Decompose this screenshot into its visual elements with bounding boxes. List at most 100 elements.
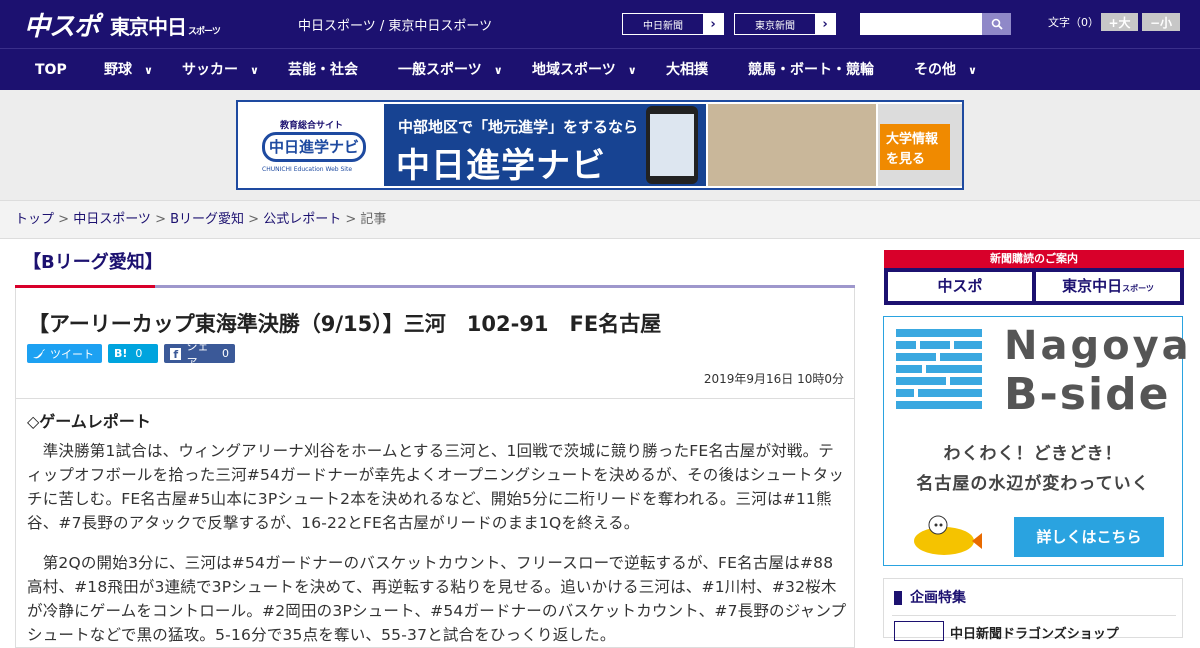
category-title: 【Bリーグ愛知】 [23, 252, 163, 273]
feature-header: 企画特集 [894, 587, 966, 607]
nav-baseball[interactable]: 野球 ∨ [104, 49, 153, 91]
breadcrumb: トップ > 中日スポーツ > Bリーグ愛知 > 公式レポート > 記事 [0, 200, 1200, 239]
nav-label: 芸能・社会 [288, 62, 358, 78]
nav-racing[interactable]: 競馬・ボート・競輪 [748, 49, 874, 91]
ribbon-icon [894, 591, 902, 605]
article-date: 2019年9月16日 10時0分 [703, 372, 844, 386]
nav-other[interactable]: その他 ∨ [914, 49, 977, 91]
chevron-right-icon: › [703, 14, 723, 34]
divider [16, 398, 854, 399]
bside-detail-button[interactable]: 詳しくはこちら [1014, 517, 1164, 557]
nav-label: 一般スポーツ [398, 62, 482, 78]
hatena-count: 0 [135, 347, 143, 360]
subscription-box[interactable]: 新聞購読のご案内 中スポ 東京中日スポーツ [884, 250, 1184, 305]
bside-title-nagoya: Nagoya [1004, 323, 1192, 369]
tokyo-shimbun-label: 東京新聞 [755, 20, 795, 32]
font-smaller-button[interactable]: −小 [1142, 13, 1180, 31]
subscribe-tokyo-chunichi-label: 東京中日 [1062, 277, 1123, 295]
hatena-button[interactable]: B! 0 [108, 344, 158, 363]
nav-label: 競馬・ボート・競輪 [748, 62, 874, 78]
article: 【アーリーカップ東海準決勝（9/15）】三河 102-91 FE名古屋 ツイート… [15, 288, 855, 648]
chevron-down-icon: ∨ [968, 64, 977, 77]
facebook-icon: f [170, 347, 182, 361]
nav-sumo[interactable]: 大相撲 [666, 49, 708, 91]
breadcrumb-sep: > [150, 212, 171, 227]
search-button[interactable] [982, 13, 1011, 35]
subscription-header: 新聞購読のご案内 [884, 250, 1184, 268]
phone-image [646, 106, 698, 184]
article-paragraph: 準決勝第1試合は、ウィングアリーナ刈谷をホームとする三河と、1回戦で茨城に競り勝… [27, 442, 845, 532]
tokyo-chunichi-logo-text: 東京中日 [110, 15, 187, 39]
fried-shrimp-mascot-icon [914, 515, 982, 555]
chevron-down-icon: ∨ [144, 64, 153, 77]
twitter-icon [33, 348, 45, 358]
font-size-label: 文字（0） [1048, 16, 1099, 29]
nav-label: TOP [35, 62, 67, 78]
hatena-icon: B! [114, 347, 128, 360]
shingaku-navi-banner[interactable]: 教育総合サイト 中日進学ナビ CHUNICHI Education Web Si… [236, 100, 964, 190]
chevron-down-icon: ∨ [250, 64, 259, 77]
bside-title-bside: B-side [1004, 369, 1171, 420]
facebook-share-button[interactable]: f シェア 0 [164, 340, 235, 369]
nav-entertainment[interactable]: 芸能・社会 [288, 49, 358, 91]
breadcrumb-bleague[interactable]: Bリーグ愛知 [170, 212, 244, 227]
banner-right: 大学情報を見る [878, 104, 962, 186]
breadcrumb-current: 記事 [360, 212, 387, 227]
search-input[interactable] [860, 13, 982, 35]
shingaku-navi-logo: 教育総合サイト 中日進学ナビ CHUNICHI Education Web Si… [240, 104, 382, 186]
chevron-down-icon: ∨ [627, 64, 637, 77]
banner-logo-en: CHUNICHI Education Web Site [262, 166, 353, 173]
tokyo-chunichi-logo-sub: スポーツ [188, 27, 221, 37]
top-header: 中スポ 東京中日 スポーツ 中日スポーツ / 東京中日スポーツ 中日新聞 › 東京… [0, 0, 1200, 48]
breadcrumb-top[interactable]: トップ [15, 212, 54, 227]
facebook-share-count: 0 [222, 347, 229, 360]
nav-general-sports[interactable]: 一般スポーツ ∨ [398, 49, 503, 91]
ad-area: 教育総合サイト 中日進学ナビ CHUNICHI Education Web Si… [0, 90, 1200, 200]
nagoya-bside-ad[interactable]: Nagoya B-side わくわく！どきどき！ 名古屋の水辺が変わっていく 詳… [883, 316, 1189, 566]
chunichi-shimbun-label: 中日新聞 [643, 20, 683, 32]
students-photo [708, 104, 876, 186]
banner-logo-small: 教育総合サイト [280, 121, 344, 131]
subscribe-tokyo-chunichi-sub: スポーツ [1122, 284, 1154, 293]
bside-copy2: 名古屋の水辺が変わっていく [916, 474, 1150, 494]
breadcrumb-sep: > [341, 212, 361, 227]
breadcrumb-official-report[interactable]: 公式レポート [263, 212, 341, 227]
tweet-label: ツイート [50, 347, 94, 361]
divider [892, 615, 1176, 616]
nav-soccer[interactable]: サッカー ∨ [182, 49, 259, 91]
breadcrumb-chunichi-sports[interactable]: 中日スポーツ [73, 212, 151, 227]
tweet-button[interactable]: ツイート [27, 344, 102, 363]
nav-label: その他 [914, 62, 956, 78]
font-bigger-button[interactable]: +大 [1101, 13, 1138, 31]
bside-copy1: わくわく！どきどき！ [943, 444, 1123, 464]
banner-logo-main: 中日進学ナビ [262, 132, 366, 162]
banner-tagline: 中部地区で「地元進学」をするなら [398, 118, 639, 136]
feature-thumbnail[interactable] [894, 621, 944, 641]
nav-top[interactable]: TOP [35, 49, 67, 91]
subscribe-chuspo[interactable]: 中スポ [888, 272, 1032, 301]
facebook-share-label: シェア [186, 339, 209, 369]
banner-cta: 大学情報を見る [880, 124, 950, 170]
article-headline: 【アーリーカップ東海準決勝（9/15）】三河 102-91 FE名古屋 [28, 312, 662, 336]
subscribe-tokyo-chunichi[interactable]: 東京中日スポーツ [1036, 272, 1180, 301]
feature-box: 企画特集 中日新聞ドラゴンズショップ [883, 578, 1183, 642]
main-nav: TOP 野球 ∨ サッカー ∨ 芸能・社会 一般スポーツ ∨ 地域スポーツ ∨ 大相撲 … [0, 48, 1200, 90]
site-title: 中日スポーツ / 東京中日スポーツ [298, 19, 493, 34]
bside-bars-graphic [896, 329, 982, 411]
nav-label: 大相撲 [666, 62, 708, 78]
feature-item-link[interactable]: 中日新聞ドラゴンズショップ [950, 623, 1119, 642]
chunichi-shimbun-link[interactable]: 中日新聞 › [622, 13, 724, 35]
banner-title: 中日進学ナビ [396, 146, 606, 186]
article-paragraph: 第2Qの開始3分に、三河は#54ガードナーのバスケットカウント、フリースローで逆… [27, 554, 847, 644]
nav-label: サッカー [182, 62, 238, 78]
tokyo-shimbun-link[interactable]: 東京新聞 › [734, 13, 836, 35]
chevron-right-icon: › [815, 14, 835, 34]
nav-local-sports[interactable]: 地域スポーツ ∨ [532, 49, 637, 91]
tokyo-chunichi-logo[interactable]: 東京中日 スポーツ [110, 11, 221, 40]
nav-label: 地域スポーツ [532, 62, 616, 78]
chuspo-logo[interactable]: 中スポ [24, 6, 100, 43]
search-icon [991, 18, 1003, 30]
breadcrumb-sep: > [54, 212, 74, 227]
chevron-down-icon: ∨ [493, 64, 503, 77]
section-title: ◇ゲームレポート [27, 412, 151, 431]
